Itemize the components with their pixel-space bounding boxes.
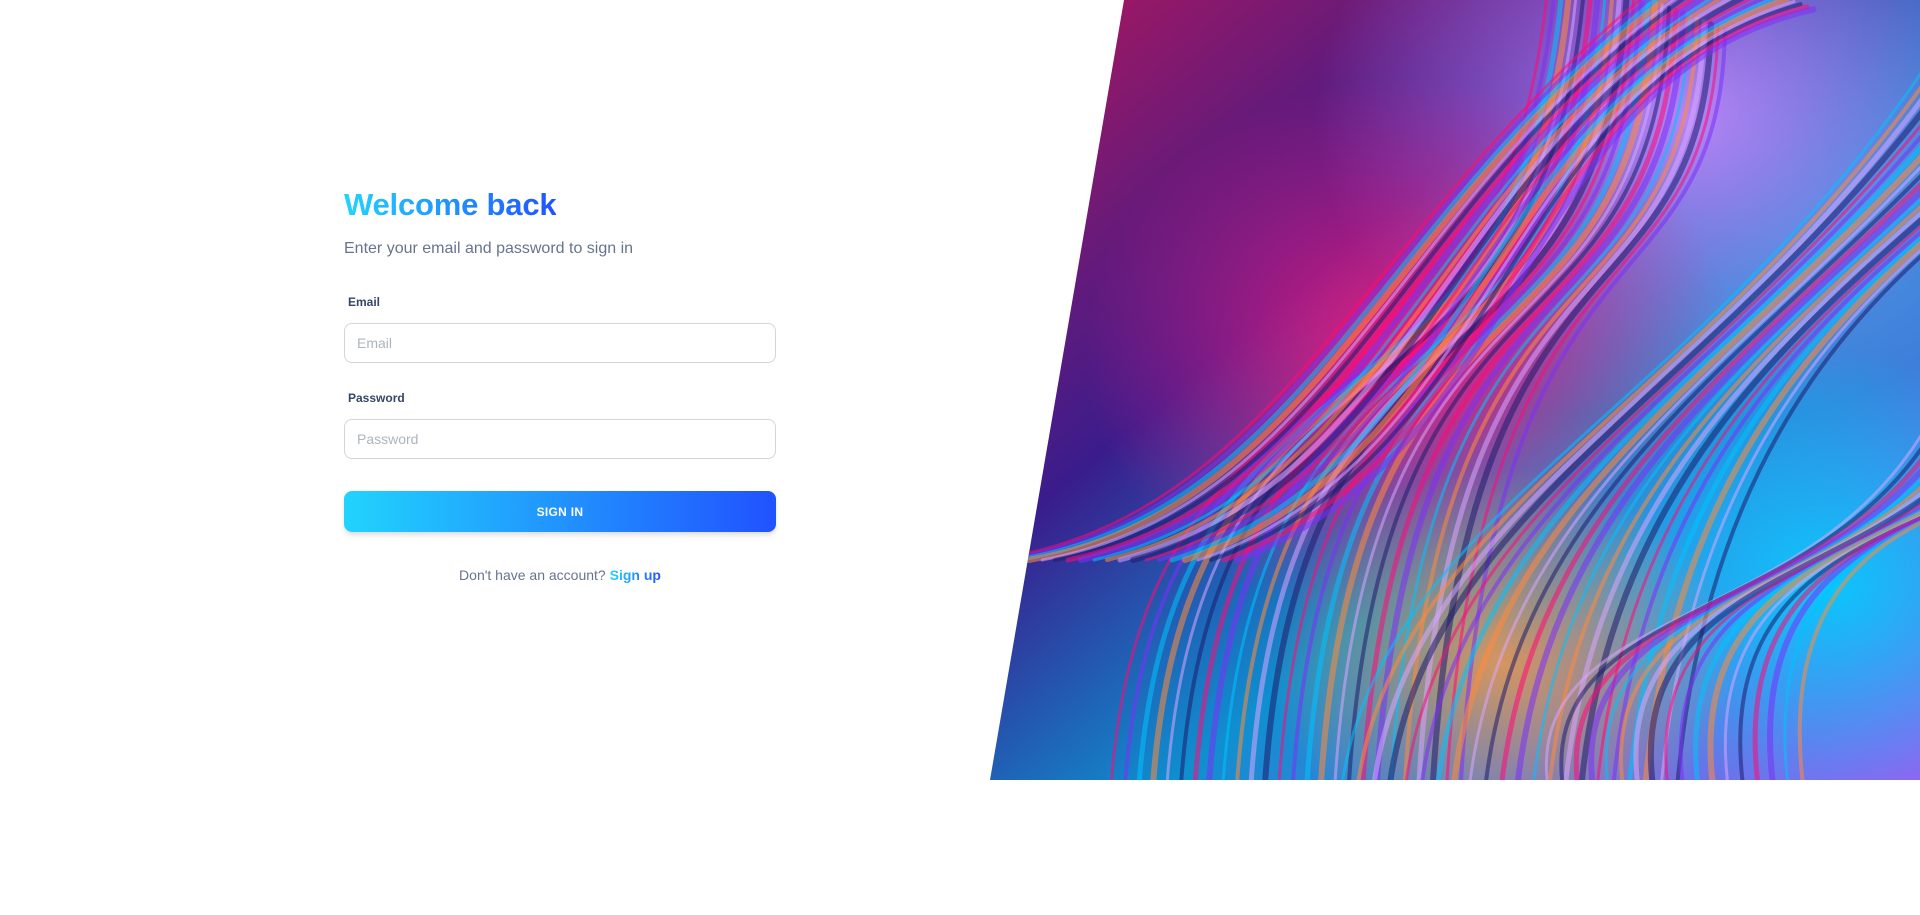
abstract-swirl-image: [990, 0, 1920, 780]
password-label: Password: [348, 391, 405, 405]
sign-in-page: Welcome back Enter your email and passwo…: [0, 0, 1920, 915]
swirl-artwork-svg: [990, 0, 1920, 780]
email-field[interactable]: [344, 323, 776, 363]
signup-row: Don't have an account? Sign up: [344, 565, 776, 585]
sign-in-form: Welcome back Enter your email and passwo…: [344, 180, 776, 585]
signup-prompt: Don't have an account?: [459, 567, 606, 583]
sign-up-link[interactable]: Sign up: [610, 567, 661, 583]
page-title: Welcome back: [344, 180, 557, 230]
password-field[interactable]: [344, 419, 776, 459]
sign-in-button[interactable]: SIGN IN: [344, 491, 776, 532]
page-subtitle: Enter your email and password to sign in: [344, 240, 634, 257]
email-label: Email: [348, 295, 381, 309]
